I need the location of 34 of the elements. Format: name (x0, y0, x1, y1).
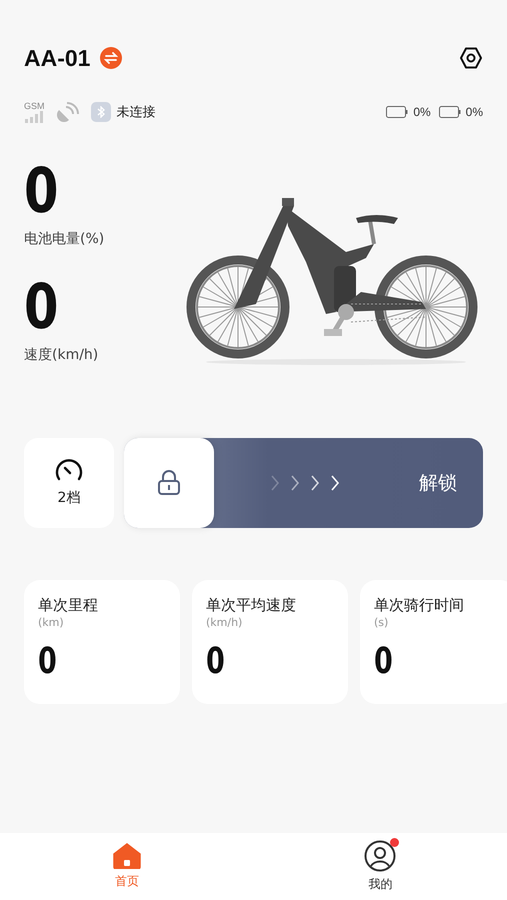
stat-value: 0 (374, 641, 393, 682)
metric-label: 电池电量(%) (24, 230, 106, 248)
stat-unit: (km) (38, 616, 65, 629)
switch-icon[interactable] (100, 47, 122, 69)
tab[interactable]: 我的 (254, 833, 507, 900)
stat-unit: (s) (374, 616, 390, 629)
home-icon (112, 843, 141, 869)
battery-level: 0% (466, 105, 483, 119)
unlock-label: 解锁 (419, 471, 457, 496)
gsm-label: GSM (24, 102, 45, 110)
stat-label: 单次里程 (38, 596, 99, 615)
gear-button[interactable]: 2档 (24, 438, 114, 528)
satellite-icon (56, 102, 79, 122)
unlock-slider[interactable]: 解锁 (124, 438, 483, 528)
connection-status: 未连接 (116, 104, 156, 121)
signal-icon (24, 110, 44, 122)
battery-level: 0% (413, 105, 431, 119)
metric-label: 速度(km/h) (24, 346, 100, 364)
speedometer-icon (54, 459, 84, 481)
battery-icon (438, 106, 461, 118)
metric-value: 0 (24, 274, 59, 340)
lock-handle[interactable] (124, 438, 214, 528)
lock-icon (157, 470, 181, 496)
chevrons-icon (270, 474, 340, 492)
stat-label: 单次平均速度 (206, 596, 297, 615)
device-title: AA-01 (24, 44, 90, 72)
metric-value: 0 (24, 158, 59, 224)
settings-icon[interactable] (459, 46, 483, 70)
stat-unit: (km/h) (206, 616, 244, 629)
profile-icon (364, 840, 396, 872)
battery-icon (386, 106, 408, 118)
stat-value: 0 (206, 641, 225, 682)
stat-label: 单次骑行时间 (374, 596, 465, 615)
stat-value: 0 (38, 641, 57, 682)
